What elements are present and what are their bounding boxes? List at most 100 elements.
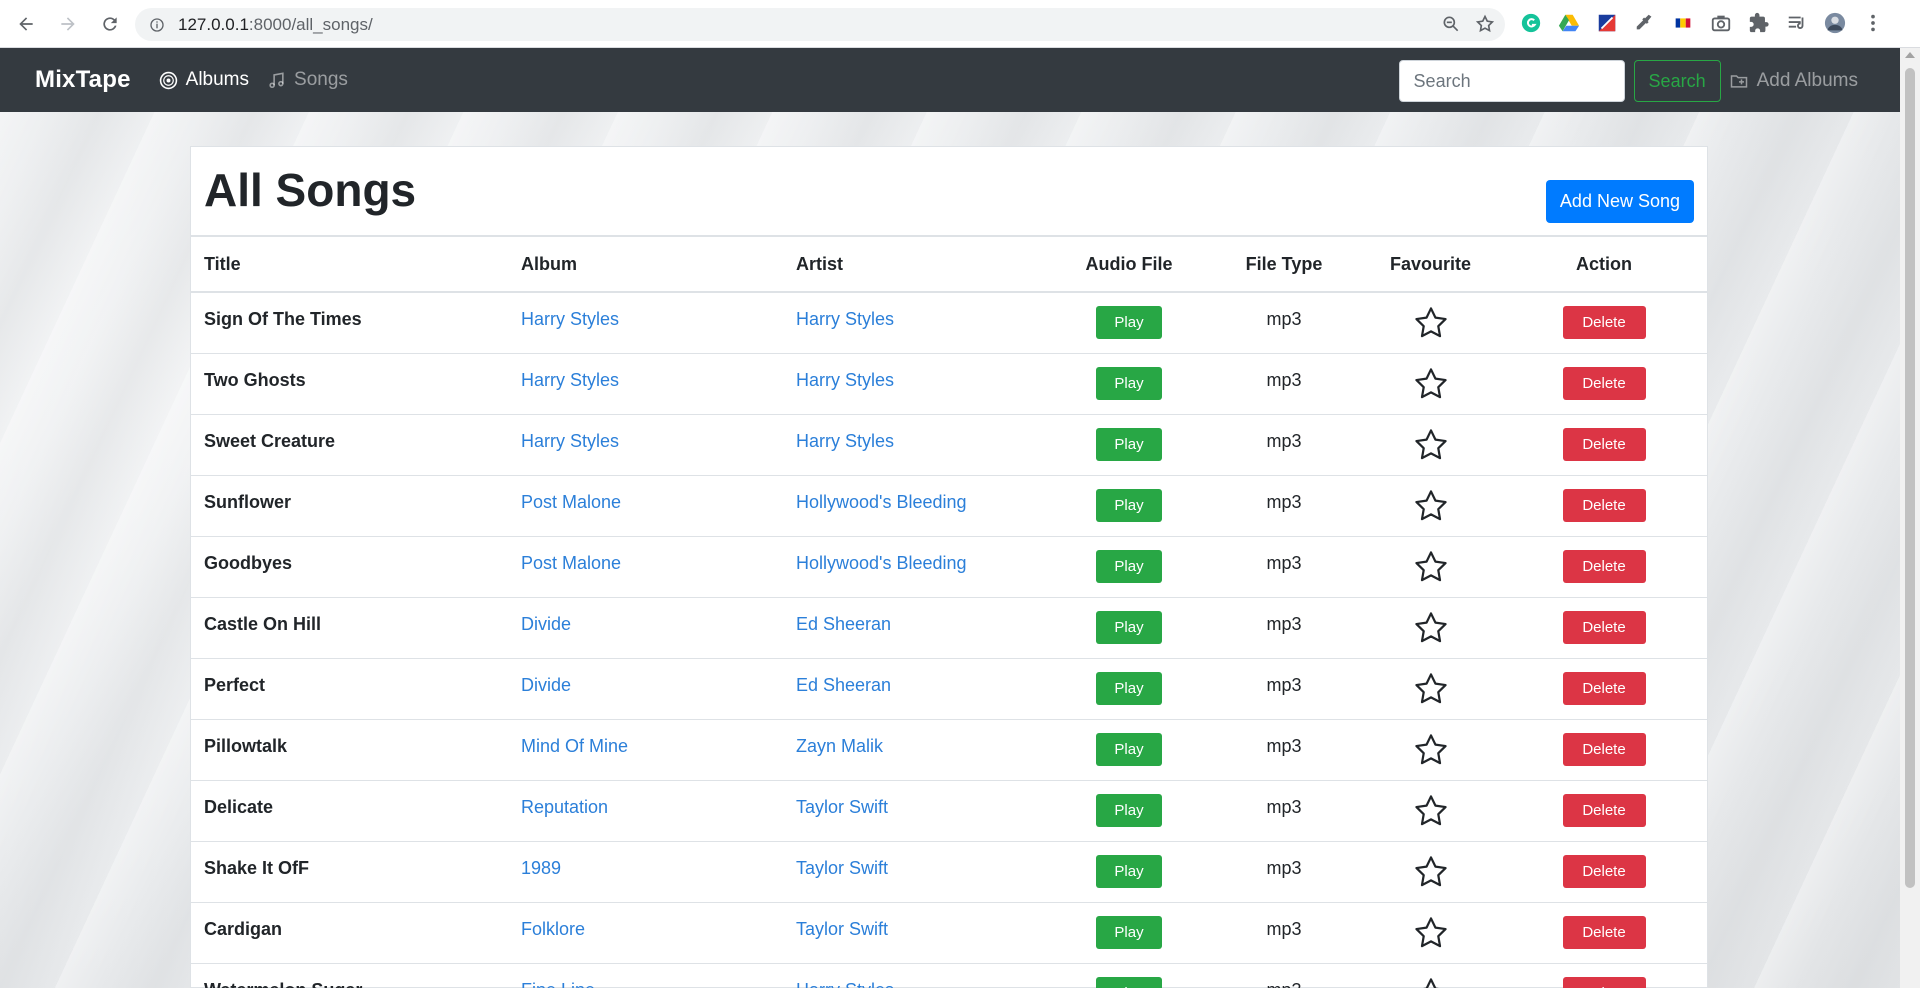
play-button[interactable]: Play [1096,489,1162,522]
add-albums-link[interactable]: Add Albums [1729,70,1858,92]
scrollbar-thumb[interactable] [1905,68,1915,888]
artist-link[interactable]: Harry Styles [796,370,894,390]
favourite-star-icon[interactable] [1412,977,1450,988]
delete-button[interactable]: Delete [1562,672,1646,705]
artist-link[interactable]: Harry Styles [796,980,894,988]
profile-avatar-icon[interactable] [1822,10,1848,36]
media-queue-icon[interactable] [1784,10,1810,36]
info-icon[interactable] [149,17,165,33]
nav-albums[interactable]: Albums [159,69,249,91]
album-link[interactable]: Reputation [521,797,608,817]
delete-button[interactable]: Delete [1562,733,1646,766]
artist-link[interactable]: Harry Styles [796,431,894,451]
camera-icon[interactable] [1708,10,1734,36]
play-button[interactable]: Play [1096,611,1162,644]
play-button[interactable]: Play [1096,367,1162,400]
delete-button[interactable]: Delete [1562,916,1646,949]
bookmark-star-icon[interactable] [1475,14,1495,34]
favourite-star-icon[interactable] [1412,672,1450,703]
grammarly-icon[interactable] [1518,10,1544,36]
artist-cell: Taylor Swift [785,841,1050,903]
play-button[interactable]: Play [1096,794,1162,827]
artist-link[interactable]: Taylor Swift [796,797,888,817]
nav-albums-label: Albums [185,69,250,90]
album-link[interactable]: Harry Styles [521,431,619,451]
play-button[interactable]: Play [1096,428,1162,461]
nav-songs[interactable]: Songs [267,69,348,91]
album-link[interactable]: 1989 [521,858,561,878]
delete-button[interactable]: Delete [1562,489,1646,522]
eyedropper-icon[interactable] [1632,10,1658,36]
url-text[interactable]: 127.0.0.1:8000/all_songs/ [178,15,373,35]
artist-link[interactable]: Zayn Malik [796,736,883,756]
artist-cell: Harry Styles [785,292,1050,354]
album-link[interactable]: Mind Of Mine [521,736,628,756]
favourite-star-icon[interactable] [1412,916,1450,947]
artist-link[interactable]: Ed Sheeran [796,614,891,634]
page-scrollbar[interactable] [1900,48,1920,988]
play-button[interactable]: Play [1096,306,1162,340]
play-button[interactable]: Play [1096,977,1162,988]
artist-link[interactable]: Taylor Swift [796,858,888,878]
search-button[interactable]: Search [1633,60,1721,102]
artist-link[interactable]: Harry Styles [796,309,894,329]
flag-extension-icon[interactable] [1670,10,1696,36]
zoom-icon[interactable] [1441,14,1461,34]
album-link[interactable]: Harry Styles [521,370,619,390]
file-type: mp3 [1266,553,1302,573]
delete-button[interactable]: Delete [1562,977,1646,988]
play-button[interactable]: Play [1096,916,1162,949]
favourite-star-icon[interactable] [1412,794,1450,825]
artist-cell: Ed Sheeran [785,597,1050,659]
music-note-icon [269,71,284,88]
scroll-up-arrow-icon[interactable] [1905,52,1915,58]
reload-icon[interactable] [94,8,126,40]
artist-link[interactable]: Taylor Swift [796,919,888,939]
song-title-cell: Perfect [191,658,509,720]
file-type: mp3 [1266,492,1302,512]
album-link[interactable]: Divide [521,614,571,634]
brand-logo[interactable]: MixTape [35,66,131,94]
forward-icon[interactable] [52,8,84,40]
album-link[interactable]: Post Malone [521,553,621,573]
artist-link[interactable]: Hollywood's Bleeding [796,492,967,512]
table-row: Perfect Divide Ed Sheeran Play mp3 Delete [191,658,1707,720]
address-bar[interactable]: 127.0.0.1:8000/all_songs/ [135,8,1505,41]
artist-link[interactable]: Ed Sheeran [796,675,891,695]
favourite-star-icon[interactable] [1412,855,1450,886]
back-icon[interactable] [10,8,42,40]
play-button[interactable]: Play [1096,733,1162,766]
favourite-star-icon[interactable] [1412,307,1450,337]
extensions-puzzle-icon[interactable] [1746,10,1772,36]
delete-button[interactable]: Delete [1562,306,1646,340]
album-link[interactable]: Fine Line [521,980,595,988]
favourite-cell [1360,963,1501,988]
favourite-star-icon[interactable] [1412,367,1450,398]
play-button[interactable]: Play [1096,855,1162,888]
delete-button[interactable]: Delete [1562,367,1646,400]
google-drive-icon[interactable] [1556,10,1582,36]
favourite-star-icon[interactable] [1412,489,1450,520]
album-link[interactable]: Folklore [521,919,585,939]
album-link[interactable]: Harry Styles [521,309,619,329]
album-link[interactable]: Post Malone [521,492,621,512]
album-link[interactable]: Divide [521,675,571,695]
audio-cell: Play [1050,353,1208,415]
add-new-song-button[interactable]: Add New Song [1545,180,1694,223]
play-button[interactable]: Play [1096,550,1162,583]
favourite-star-icon[interactable] [1412,550,1450,581]
favourite-star-icon[interactable] [1412,733,1450,764]
delete-button[interactable]: Delete [1562,550,1646,583]
delete-button[interactable]: Delete [1562,428,1646,461]
favourite-star-icon[interactable] [1412,428,1450,459]
delete-button[interactable]: Delete [1562,794,1646,827]
delete-button[interactable]: Delete [1562,611,1646,644]
color-extension-icon[interactable] [1594,10,1620,36]
favourite-star-icon[interactable] [1412,611,1450,642]
artist-link[interactable]: Hollywood's Bleeding [796,553,967,573]
search-input[interactable] [1398,60,1625,102]
action-cell: Delete [1501,841,1707,903]
chrome-menu-icon[interactable] [1860,10,1886,36]
play-button[interactable]: Play [1096,672,1162,705]
delete-button[interactable]: Delete [1562,855,1646,888]
